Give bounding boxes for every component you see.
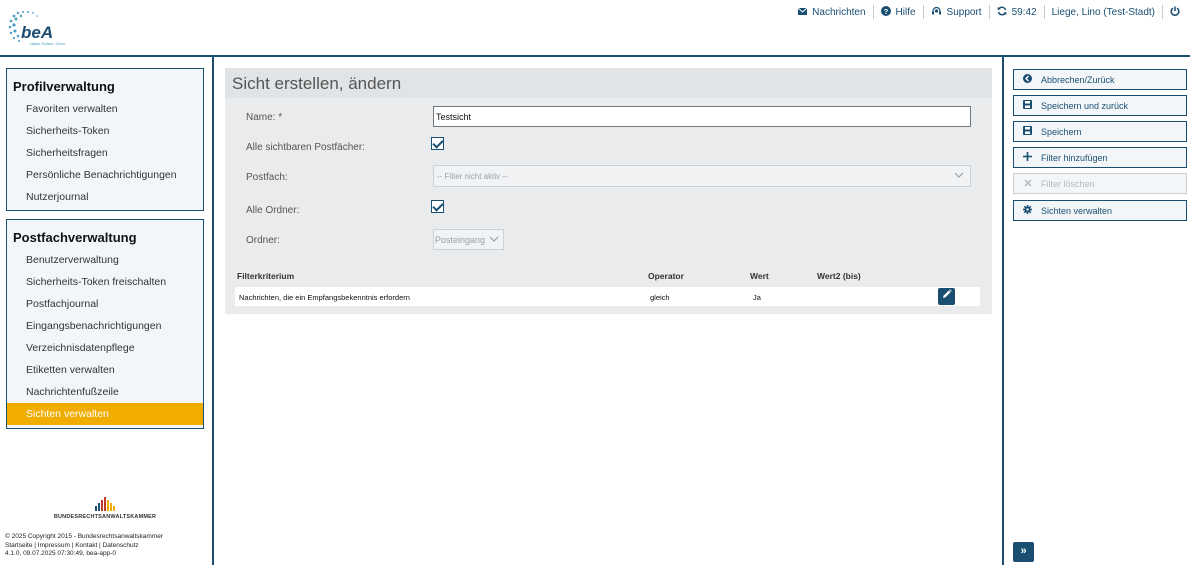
mailbox-menu-title: Postfachverwaltung — [13, 230, 137, 245]
support-link[interactable]: Support — [924, 5, 990, 19]
messages-link[interactable]: Nachrichten — [791, 5, 874, 19]
manage-views-button[interactable]: Sichten verwalten — [1013, 200, 1187, 221]
profile-menu-title: Profilverwaltung — [13, 79, 115, 94]
envelope-icon — [797, 7, 808, 18]
pencil-icon — [942, 289, 952, 302]
sidebar-item-favorites[interactable]: Favoriten verwalten — [7, 98, 203, 120]
refresh-icon — [997, 6, 1007, 19]
cancel-back-label: Abbrechen/Zurück — [1041, 74, 1115, 85]
manage-views-label: Sichten verwalten — [1041, 205, 1113, 216]
sidebar-item-directory-data[interactable]: Verzeichnisdatenpflege — [7, 337, 203, 359]
sidebar-item-message-footer[interactable]: Nachrichtenfußzeile — [7, 381, 203, 403]
column-header-operator: Operator — [648, 271, 684, 281]
top-navigation: Nachrichten ? Hilfe Support 59:42 Liege,… — [791, 4, 1180, 20]
table-row[interactable]: Nachrichten, die ein Empfangsbekenntnis … — [235, 287, 980, 306]
save-label: Speichern — [1041, 126, 1082, 137]
name-input[interactable]: Testsicht — [433, 106, 971, 127]
chevron-down-icon — [489, 234, 499, 244]
sidebar-item-labels[interactable]: Etiketten verwalten — [7, 359, 203, 381]
sidebar-item-unlock-token[interactable]: Sicherheits-Token freischalten — [7, 271, 203, 293]
sidebar-item-incoming-notifications[interactable]: Eingangsbenachrichtigungen — [7, 315, 203, 337]
save-button[interactable]: Speichern — [1013, 121, 1187, 142]
session-timer[interactable]: 59:42 — [990, 5, 1045, 19]
cancel-back-button[interactable]: Abbrechen/Zurück — [1013, 69, 1187, 90]
cell-criterion: Nachrichten, die ein Empfangsbekenntnis … — [239, 293, 410, 302]
top-bar: beA Digital. Einfach. Sicher. Nachrichte… — [0, 0, 1190, 57]
brak-logo: BUNDESRECHTSANWALTSKAMMER — [50, 497, 160, 520]
sidebar-item-security-questions[interactable]: Sicherheitsfragen — [7, 142, 203, 164]
folder-select[interactable]: Posteingang — [433, 229, 504, 250]
add-filter-label: Filter hinzufügen — [1041, 152, 1108, 163]
help-link[interactable]: ? Hilfe — [874, 5, 924, 19]
add-filter-button[interactable]: Filter hinzufügen — [1013, 147, 1187, 168]
mailbox-label: Postfach: — [246, 172, 288, 183]
all-mailboxes-checkbox[interactable] — [431, 137, 444, 150]
delete-filter-button[interactable]: Filter löschen — [1013, 173, 1187, 194]
mailbox-select[interactable]: -- Filter nicht aktiv -- — [433, 165, 971, 187]
messages-label: Nachrichten — [812, 6, 866, 18]
sidebar-item-mailbox-journal[interactable]: Postfachjournal — [7, 293, 203, 315]
save-and-back-label: Speichern und zurück — [1041, 100, 1129, 111]
logo-text: beA — [21, 23, 53, 42]
user-name: Liege, Lino (Test-Stadt) — [1051, 6, 1155, 18]
left-sidebar: Profilverwaltung Favoriten verwalten Sic… — [0, 57, 214, 565]
page-title: Sicht erstellen, ändern — [225, 68, 992, 98]
name-label: Name: * — [246, 112, 283, 123]
question-circle-icon: ? — [880, 5, 891, 19]
sidebar-item-user-journal[interactable]: Nutzerjournal — [7, 186, 203, 208]
plus-icon — [1022, 152, 1033, 163]
view-edit-panel: Sicht erstellen, ändern Name: * Testsich… — [225, 68, 992, 314]
edit-filter-button[interactable] — [938, 288, 955, 305]
floppy-disk-icon — [1022, 126, 1033, 137]
delete-filter-label: Filter löschen — [1041, 178, 1095, 189]
mailbox-select-value: -- Filter nicht aktiv -- — [437, 172, 508, 181]
cell-operator: gleich — [650, 293, 670, 302]
mailbox-menu: Postfachverwaltung Benutzerverwaltung Si… — [6, 219, 204, 429]
sidebar-item-security-token[interactable]: Sicherheits-Token — [7, 120, 203, 142]
profile-menu: Profilverwaltung Favoriten verwalten Sic… — [6, 68, 204, 211]
column-header-value: Wert — [750, 271, 769, 281]
all-folders-label: Alle Ordner: — [246, 205, 300, 216]
svg-text:?: ? — [883, 9, 887, 16]
support-headset-icon — [931, 6, 942, 19]
floppy-disk-icon — [1022, 100, 1033, 111]
footer-links[interactable]: Startseite | Impressum | Kontakt | Daten… — [5, 542, 163, 551]
copyright-text: © 2025 Copyright 2015 - Bundesrechtsanwa… — [5, 533, 163, 540]
cell-value: Ja — [753, 293, 761, 302]
footer: © 2025 Copyright 2015 - Bundesrechtsanwa… — [5, 533, 163, 559]
logout-button[interactable] — [1163, 5, 1180, 19]
help-label: Hilfe — [895, 6, 916, 18]
sidebar-item-manage-views[interactable]: Sichten verwalten — [7, 403, 203, 425]
arrow-left-circle-icon — [1022, 74, 1033, 85]
all-mailboxes-label: Alle sichtbaren Postfächer: — [246, 142, 365, 153]
save-and-back-button[interactable]: Speichern und zurück — [1013, 95, 1187, 116]
power-icon — [1170, 6, 1180, 19]
sidebar-item-user-management[interactable]: Benutzerverwaltung — [7, 249, 203, 271]
gear-icon — [1022, 205, 1033, 216]
version-text: 4.1.0, 09.07.2025 07:30:49, bea-app-0 — [5, 550, 116, 557]
sidebar-item-personal-notifications[interactable]: Persönliche Benachrichtigungen — [7, 164, 203, 186]
user-menu[interactable]: Liege, Lino (Test-Stadt) — [1045, 5, 1163, 19]
folder-label: Ordner: — [246, 235, 280, 246]
chevron-down-icon — [954, 170, 964, 180]
expand-panel-button[interactable]: » — [1013, 542, 1034, 562]
logo-tagline: Digital. Einfach. Sicher. — [30, 42, 66, 46]
timer-value: 59:42 — [1011, 6, 1037, 18]
bea-logo[interactable]: beA Digital. Einfach. Sicher. — [6, 8, 76, 48]
close-icon — [1022, 178, 1033, 189]
column-header-criterion: Filterkriterium — [237, 271, 295, 281]
brak-name: BUNDESRECHTSANWALTSKAMMER — [53, 514, 157, 520]
right-divider — [1002, 57, 1004, 565]
all-folders-checkbox[interactable] — [431, 200, 444, 213]
folder-select-value: Posteingang — [435, 235, 486, 245]
support-label: Support — [946, 6, 982, 18]
brak-bars-icon — [50, 497, 160, 511]
column-header-value2: Wert2 (bis) — [817, 271, 861, 281]
